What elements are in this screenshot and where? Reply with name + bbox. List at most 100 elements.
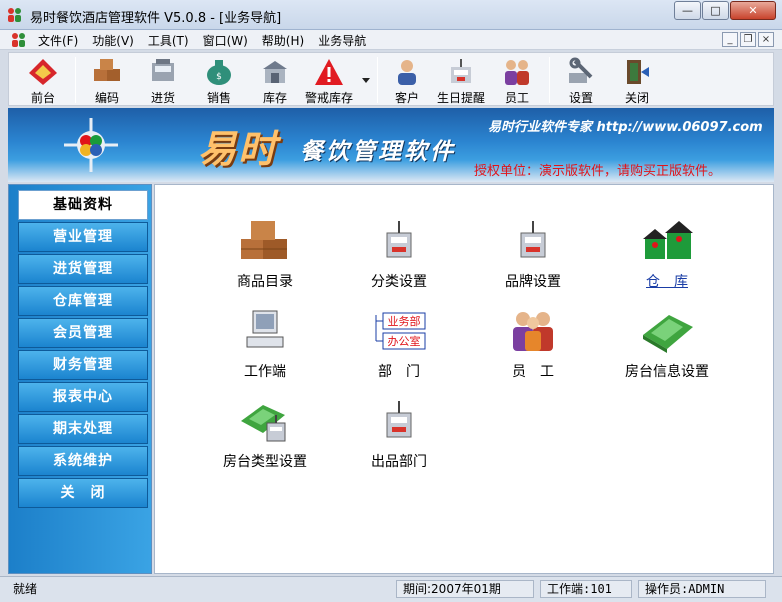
nav-system-maintenance[interactable]: 系统维护 <box>18 446 148 476</box>
toolbar-purchase-button[interactable]: 进货 <box>135 55 191 105</box>
nav-basic-data[interactable]: 基础资料 <box>18 190 148 220</box>
nav-finance-mgmt[interactable]: 财务管理 <box>18 350 148 380</box>
brand-banner: 易时 餐饮管理软件 易时行业软件专家 http://www.06097.com … <box>8 108 774 182</box>
menu-function[interactable]: 功能(V) <box>92 32 134 49</box>
nav-period-end[interactable]: 期末处理 <box>18 414 148 444</box>
nav-warehouse-mgmt[interactable]: 仓库管理 <box>18 286 148 316</box>
toolbar-front-desk-button[interactable]: 前台 <box>15 55 71 105</box>
staff-group-icon <box>513 312 553 351</box>
svg-text:$: $ <box>216 72 222 82</box>
tile-brand-settings[interactable]: 品牌设置 <box>463 219 603 291</box>
tile-label: 仓 库 <box>646 274 688 290</box>
tile-room-type-settings[interactable]: 房台类型设置 <box>195 399 335 471</box>
toolbar-label: 设置 <box>568 91 593 105</box>
printer-icon <box>520 221 546 258</box>
nav-close[interactable]: 关 闭 <box>18 478 148 508</box>
brand-slogan: 易时行业软件专家 http://www.06097.com <box>488 120 763 135</box>
toolbar-separator <box>549 57 550 103</box>
front-desk-icon <box>29 59 57 85</box>
maximize-button[interactable]: □ <box>702 1 729 20</box>
toolbar-staff-button[interactable]: 员工 <box>489 55 545 105</box>
close-window-button[interactable]: ✕ <box>730 1 776 20</box>
tile-label: 商品目录 <box>237 274 293 290</box>
menu-window[interactable]: 窗口(W) <box>203 32 248 49</box>
warehouse-houses-icon <box>643 221 693 259</box>
toolbar-separator <box>377 57 378 103</box>
nav-purchase-mgmt[interactable]: 进货管理 <box>18 254 148 284</box>
toolbar-label: 关闭 <box>624 91 649 105</box>
toolbar-inventory-button[interactable]: 库存 <box>247 55 303 105</box>
mdi-close-button[interactable]: × <box>758 32 774 47</box>
toolbar-label: 员工 <box>504 91 529 105</box>
mdi-minimize-button[interactable]: _ <box>722 32 738 47</box>
app-people-icon <box>8 8 21 22</box>
tile-room-info-settings[interactable]: 房台信息设置 <box>597 309 737 381</box>
dropdown-arrow-icon[interactable] <box>361 75 371 85</box>
org-top-label: 业务部 <box>388 314 421 328</box>
menu-items: 文件(F) 功能(V) 工具(T) 窗口(W) 帮助(H) 业务导航 <box>38 32 380 49</box>
toolbar-code-button[interactable]: 编码 <box>79 55 135 105</box>
toolbar-customer-button[interactable]: 客户 <box>379 55 435 105</box>
mdi-restore-button[interactable]: ❐ <box>740 32 756 47</box>
tile-label: 分类设置 <box>371 274 427 290</box>
warning-icon <box>315 59 343 85</box>
toolbar: 前台 编码 进货 $ 销售 库存 警戒库存 客户 生日提醒 员工 设置 关闭 <box>8 52 774 106</box>
toolbar-settings-button[interactable]: 设置 <box>553 55 609 105</box>
tile-product-catalog[interactable]: 商品目录 <box>195 219 335 291</box>
toolbar-stock-alert-button[interactable]: 警戒库存 <box>301 55 357 105</box>
toolbar-label: 前台 <box>30 91 55 105</box>
nav-report-center[interactable]: 报表中心 <box>18 382 148 412</box>
boxes-icon <box>241 221 287 259</box>
tile-output-department[interactable]: 出品部门 <box>329 399 469 471</box>
brand-subtitle: 餐饮管理软件 <box>300 138 456 165</box>
nav-business-mgmt[interactable]: 营业管理 <box>18 222 148 252</box>
exit-door-icon <box>627 60 649 84</box>
birthday-icon <box>451 59 471 83</box>
toolbar-label: 库存 <box>262 91 287 105</box>
menu-help[interactable]: 帮助(H) <box>262 32 304 49</box>
window-titlebar: 易时餐饮酒店管理软件 V5.0.8 - [业务导航] — □ ✕ <box>0 0 782 30</box>
tile-label: 房台信息设置 <box>625 364 709 380</box>
tile-warehouse[interactable]: 仓 库 <box>597 219 737 291</box>
toolbar-label: 警戒库存 <box>304 91 353 105</box>
minimize-button[interactable]: — <box>674 1 701 20</box>
toolbar-label: 进货 <box>150 91 175 105</box>
function-panel: 商品目录 分类设置 品牌设置 仓 库 工作端 业务部 办公室 部 门 员 工 房… <box>154 184 774 574</box>
tile-label: 品牌设置 <box>505 274 561 290</box>
menu-business-nav[interactable]: 业务导航 <box>318 32 366 49</box>
toolbar-label: 编码 <box>94 91 119 105</box>
tile-label: 部 门 <box>378 364 420 380</box>
tools-icon <box>569 57 593 83</box>
brand-logo-icon <box>64 118 118 172</box>
green-folder-printer-icon <box>241 405 286 442</box>
tile-label: 员 工 <box>512 364 554 380</box>
nav-member-mgmt[interactable]: 会员管理 <box>18 318 148 348</box>
toolbar-label: 生日提醒 <box>436 91 485 105</box>
green-folder-icon <box>643 315 693 353</box>
toolbar-sales-button[interactable]: $ 销售 <box>191 55 247 105</box>
boxes-icon <box>94 59 120 81</box>
warehouse-icon <box>263 61 287 83</box>
tile-staff[interactable]: 员 工 <box>463 309 603 381</box>
status-bar: 就绪 期间:2007年01期 工作端:101 操作员:ADMIN <box>0 576 782 602</box>
menu-file[interactable]: 文件(F) <box>38 32 78 49</box>
tile-label: 出品部门 <box>371 454 427 470</box>
printer-icon <box>386 401 412 438</box>
toolbar-label: 客户 <box>394 91 419 105</box>
staff-icon <box>505 60 529 85</box>
org-bottom-label: 办公室 <box>388 334 421 348</box>
toolbar-close-button[interactable]: 关闭 <box>609 55 665 105</box>
computer-icon <box>246 310 284 348</box>
window-controls: — □ ✕ <box>673 1 776 20</box>
mdi-child-people-icon[interactable] <box>10 32 28 48</box>
status-operator: 操作员:ADMIN <box>638 580 766 598</box>
tile-department[interactable]: 业务部 办公室 部 门 <box>329 309 469 381</box>
toolbar-birthday-button[interactable]: 生日提醒 <box>433 55 489 105</box>
tile-category-settings[interactable]: 分类设置 <box>329 219 469 291</box>
window-title: 易时餐饮酒店管理软件 V5.0.8 - [业务导航] <box>30 11 282 26</box>
status-ready: 就绪 <box>13 582 38 596</box>
menu-bar: 文件(F) 功能(V) 工具(T) 窗口(W) 帮助(H) 业务导航 _ ❐ × <box>0 30 782 50</box>
menu-tools[interactable]: 工具(T) <box>148 32 189 49</box>
tile-workstation[interactable]: 工作端 <box>195 309 335 381</box>
toolbar-separator <box>75 57 76 103</box>
